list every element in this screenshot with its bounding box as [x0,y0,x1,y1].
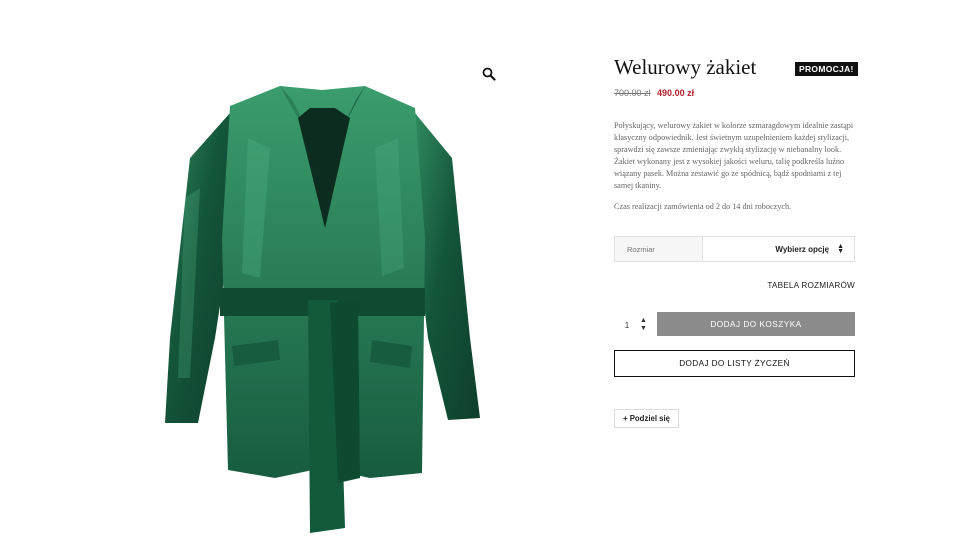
size-select[interactable]: Wybierz opcję ▲ ▼ [703,237,854,261]
size-select-value: Wybierz opcję [775,244,830,254]
size-variation: Rozmiar Wybierz opcję ▲ ▼ [614,236,855,262]
product-image [165,86,480,533]
product-price: 700.00 zł 490.00 zł [614,88,694,98]
old-price: 700.00 zł [614,88,651,98]
size-label: Rozmiar [615,237,703,261]
size-chart-link[interactable]: TABELA ROZMIARÓW [767,281,855,290]
add-to-cart-button[interactable]: DODAJ DO KOSZYKA [657,312,855,336]
sale-badge: PROMOCJA! [795,62,858,76]
quantity-down-icon[interactable]: ▼ [640,325,647,333]
lead-time-text: Czas realizacji zamówienia od 2 do 14 dn… [614,202,792,211]
add-to-wishlist-button[interactable]: DODAJ DO LISTY ŻYCZEŃ [614,350,855,377]
product-title: Welurowy żakiet [614,55,757,79]
quantity-up-icon[interactable]: ▲ [640,317,647,325]
quantity-stepper[interactable]: 1 ▲ ▼ [614,313,656,337]
share-button[interactable]: + Podziel się [614,409,680,428]
quantity-arrows: ▲ ▼ [640,317,647,333]
sale-price: 490.00 zł [657,88,695,98]
quantity-value[interactable]: 1 [614,321,640,330]
product-description: Połyskujący, welurowy żakiet w kolorze s… [614,121,854,190]
updown-arrows-icon: ▲ ▼ [837,243,844,255]
